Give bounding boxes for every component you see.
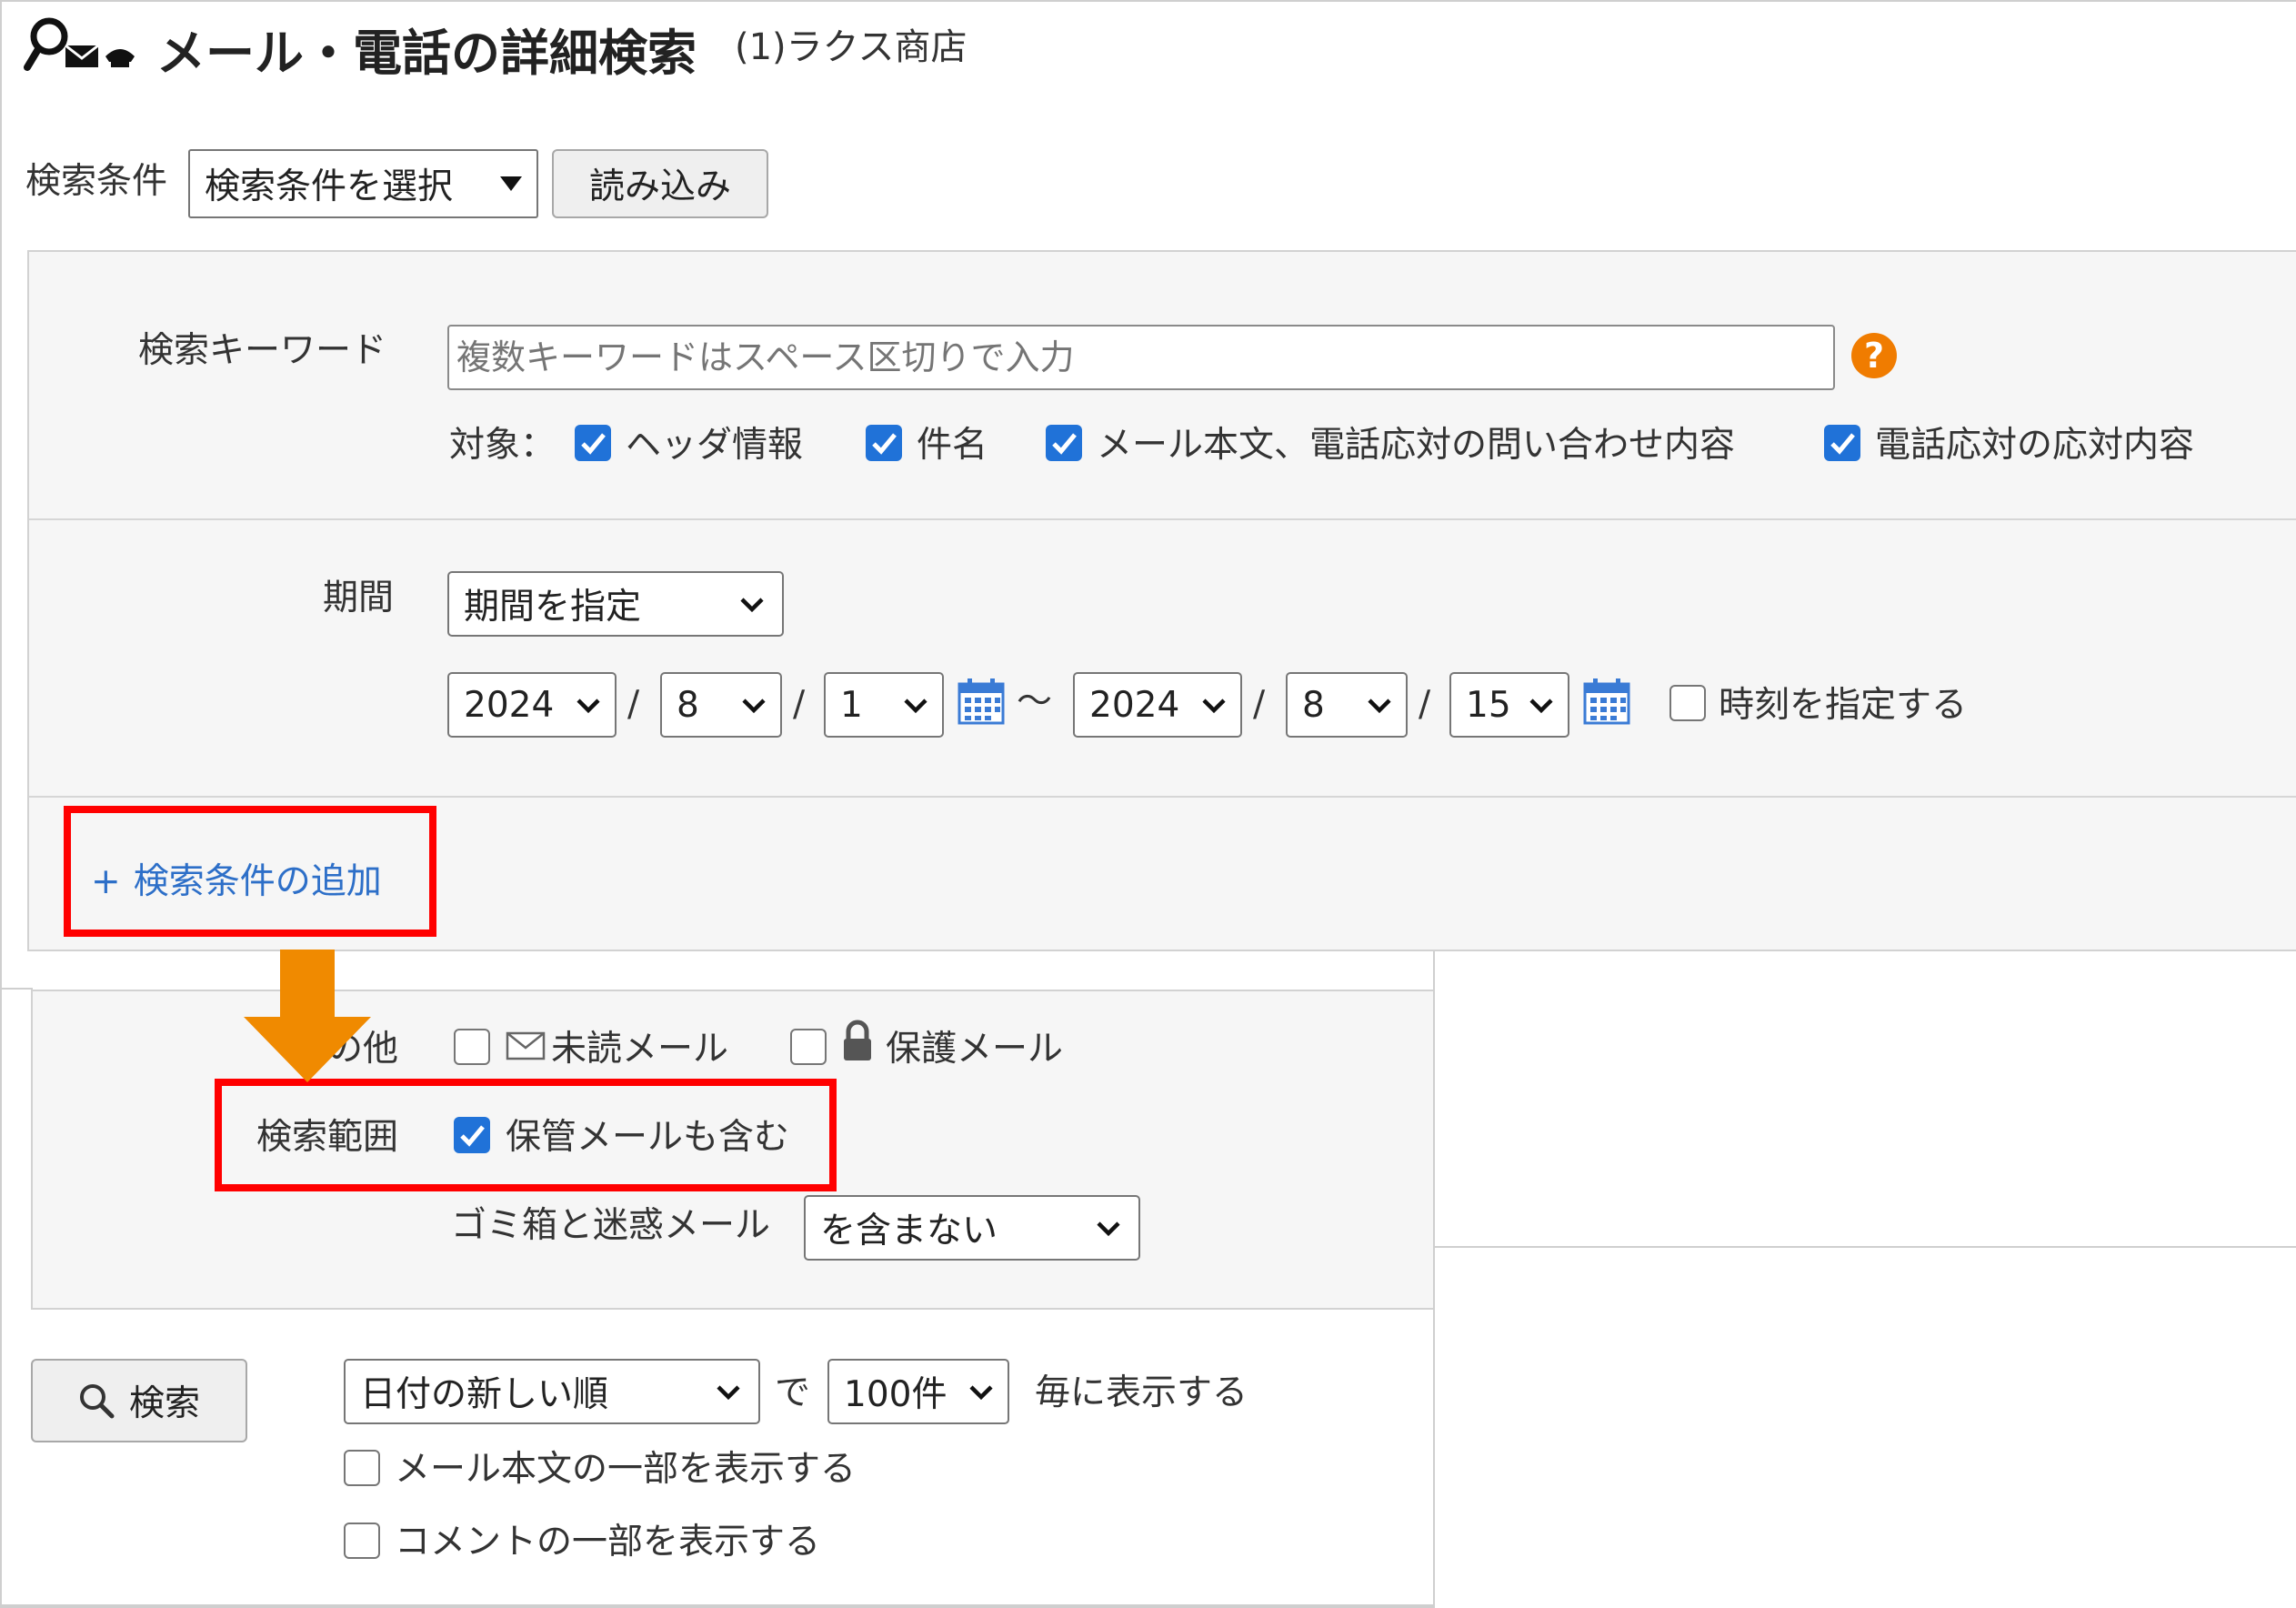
chevron-down-icon [969,1385,993,1401]
panel-bottom-line [0,1604,1435,1606]
chevron-down-icon [577,698,600,714]
arrow-down-icon [242,946,373,1084]
help-icon[interactable]: ? [1851,333,1897,378]
show-comment-checkbox[interactable] [344,1523,380,1559]
to-year-select[interactable]: 2024 [1073,672,1242,738]
from-year-select[interactable]: 2024 [447,672,617,738]
time-specify-label: 時刻を指定する [1719,685,1968,726]
chevron-down-icon [740,598,764,613]
show-body-checkbox[interactable] [344,1450,380,1486]
show-body-label: メール本文の一部を表示する [395,1449,857,1490]
target-header-checkbox[interactable] [575,425,611,461]
saved-condition-select[interactable]: 検索条件を選択 [188,149,538,218]
panel-right-border [1433,951,1435,1606]
target-response-label: 電話応対の応対内容 [1875,425,2195,466]
sort-select[interactable]: 日付の新しい順 [344,1359,760,1424]
per-page-select[interactable]: 100件 [827,1359,1009,1424]
chevron-down-icon [1202,698,1226,714]
date-separator: / [1253,684,1266,725]
archive-label: 保管メールも含む [506,1117,790,1158]
trash-spam-select[interactable]: を含まない [804,1195,1140,1261]
to-month-select[interactable]: 8 [1286,672,1408,738]
date-separator: / [793,684,806,725]
add-condition-link[interactable]: + 検索条件の追加 [91,853,382,904]
target-response-checkbox[interactable] [1824,425,1860,461]
scope-label: 検索範囲 [256,1117,399,1158]
shop-name: (1)ラクス商店 [735,26,968,68]
time-specify-checkbox[interactable] [1669,685,1706,721]
keyword-input[interactable] [447,325,1835,390]
chevron-down-icon [742,698,766,714]
unread-label: 未読メール [551,1029,729,1070]
target-body-checkbox[interactable] [1046,425,1082,461]
archive-checkbox[interactable] [454,1117,490,1153]
panel-divider [29,518,2296,520]
protected-checkbox[interactable] [790,1029,827,1065]
caret-down-icon [500,176,522,191]
target-header-label: ヘッダ情報 [626,425,804,466]
chevron-down-icon [1368,698,1391,714]
target-body-label: メール本文、電話応対の問い合わせ内容 [1097,425,1736,466]
target-subject-label: 件名 [917,425,988,466]
search-mail-phone-icon [24,15,142,73]
panel-divider [29,796,2296,798]
keyword-label: 検索キーワード [138,330,387,371]
to-day-select[interactable]: 15 [1449,672,1569,738]
from-month-select[interactable]: 8 [660,672,782,738]
date-separator: / [627,684,640,725]
saved-condition-label: 検索条件 [25,161,168,202]
chevron-down-icon [1529,698,1553,714]
target-label: 対象： [449,425,556,466]
page-title: メール・電話の詳細検索 [156,25,697,82]
calendar-icon[interactable] [957,677,1006,726]
plus-icon: + [91,861,121,902]
chevron-down-icon [904,698,927,714]
from-day-select[interactable]: 1 [824,672,944,738]
date-separator: / [1419,684,1431,725]
chevron-down-icon [1097,1221,1120,1237]
period-tilde: ～ [1017,681,1053,722]
period-label: 期間 [323,578,395,618]
unread-checkbox[interactable] [454,1029,490,1065]
search-icon [79,1384,115,1419]
per-page-suffix: 毎に表示する [1035,1372,1248,1413]
panel-right-line [1435,1246,2296,1248]
period-mode-select[interactable]: 期間を指定 [447,571,784,637]
mail-icon [506,1030,546,1062]
load-button[interactable]: 読み込み [552,149,768,218]
calendar-icon[interactable] [1582,677,1631,726]
show-comment-label: コメントの一部を表示する [395,1522,821,1563]
search-button[interactable]: 検索 [31,1359,247,1442]
lock-icon [840,1019,875,1062]
target-subject-checkbox[interactable] [866,425,902,461]
trash-spam-label: ゴミ箱と迷惑メール [451,1205,771,1246]
sort-de-label: で [775,1372,811,1413]
protected-label: 保護メール [886,1029,1064,1070]
chevron-down-icon [717,1385,740,1401]
header: メール・電話の詳細検索 (1)ラクス商店 [24,7,1297,82]
